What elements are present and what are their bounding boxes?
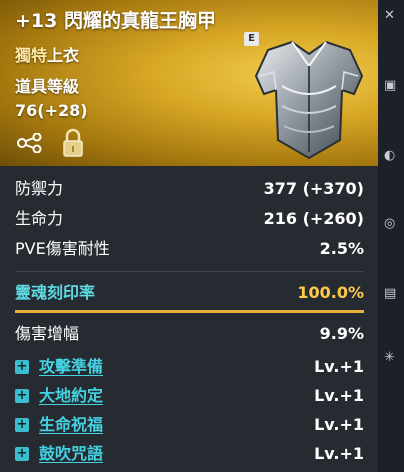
skill-link[interactable]: 大地約定 <box>39 383 103 409</box>
item-slot: 上衣 <box>47 46 80 65</box>
skill-level: Lv.+1 <box>314 357 364 376</box>
stat-row-pve-resist: PVE傷害耐性 2.5% <box>15 236 364 262</box>
lock-icon[interactable] <box>62 128 84 158</box>
skill-level: Lv.+1 <box>314 444 364 463</box>
item-title: +13 閃耀的真龍王胸甲 <box>15 10 216 32</box>
sidebar-icon-1[interactable]: ✕ <box>384 8 395 23</box>
side-toolbar <box>378 0 404 472</box>
skill-row[interactable]: + 生命祝福 Lv.+1 <box>15 412 364 438</box>
stat-value: 9.9% <box>319 324 364 343</box>
skill-link[interactable]: 鼓吹咒語 <box>39 441 103 467</box>
sidebar-icon-4[interactable]: ◎ <box>384 216 395 231</box>
plus-box-icon: + <box>15 446 29 461</box>
share-icon[interactable] <box>17 133 43 153</box>
divider <box>15 271 364 272</box>
skill-row[interactable]: + 鼓吹咒語 Lv.+1 <box>15 441 364 467</box>
stat-row-damage-amp: 傷害增幅 9.9% <box>15 321 364 347</box>
sidebar-icon-2[interactable]: ▣ <box>384 78 396 93</box>
sidebar-icon-5[interactable]: ▤ <box>384 286 396 301</box>
stat-label: 防禦力 <box>15 179 64 198</box>
item-level-label: 道具等級 <box>15 77 80 96</box>
item-rarity: 獨特 <box>15 46 48 65</box>
item-header: +13 閃耀的真龍王胸甲 E 獨特上衣 道具等級 76(+28) <box>0 0 378 166</box>
stat-row-defense: 防禦力 377 (+370) <box>15 176 364 202</box>
skill-link[interactable]: 攻擊準備 <box>39 354 103 380</box>
plus-box-icon: + <box>15 417 29 432</box>
item-level-value: 76(+28) <box>15 101 88 120</box>
soul-engrave-label: 靈魂刻印率 <box>15 283 96 302</box>
plus-box-icon: + <box>15 359 29 374</box>
soul-engrave-row: 靈魂刻印率 100.0% <box>15 280 364 306</box>
stat-row-vitality: 生命力 216 (+260) <box>15 206 364 232</box>
skill-link[interactable]: 生命祝福 <box>39 412 103 438</box>
soul-engrave-value: 100.0% <box>297 283 364 302</box>
stat-value: 377 (+370) <box>263 179 364 198</box>
soul-engrave-progress-bar <box>15 310 364 313</box>
plus-box-icon: + <box>15 388 29 403</box>
item-tooltip-panel: +13 閃耀的真龍王胸甲 E 獨特上衣 道具等級 76(+28) 防禦力 377… <box>0 0 378 472</box>
sidebar-icon-3[interactable]: ◐ <box>384 148 395 163</box>
skill-row[interactable]: + 攻擊準備 Lv.+1 <box>15 354 364 380</box>
stat-label: PVE傷害耐性 <box>15 239 110 258</box>
stat-value: 2.5% <box>319 239 364 258</box>
stat-label: 生命力 <box>15 209 64 228</box>
sidebar-icon-6[interactable]: ✳ <box>384 350 395 365</box>
chest-armor-icon <box>254 40 364 160</box>
skill-level: Lv.+1 <box>314 386 364 405</box>
skill-level: Lv.+1 <box>314 415 364 434</box>
item-type: 獨特上衣 <box>15 42 79 66</box>
stat-label: 傷害增幅 <box>15 324 80 343</box>
stat-value: 216 (+260) <box>263 209 364 228</box>
skill-row[interactable]: + 大地約定 Lv.+1 <box>15 383 364 409</box>
